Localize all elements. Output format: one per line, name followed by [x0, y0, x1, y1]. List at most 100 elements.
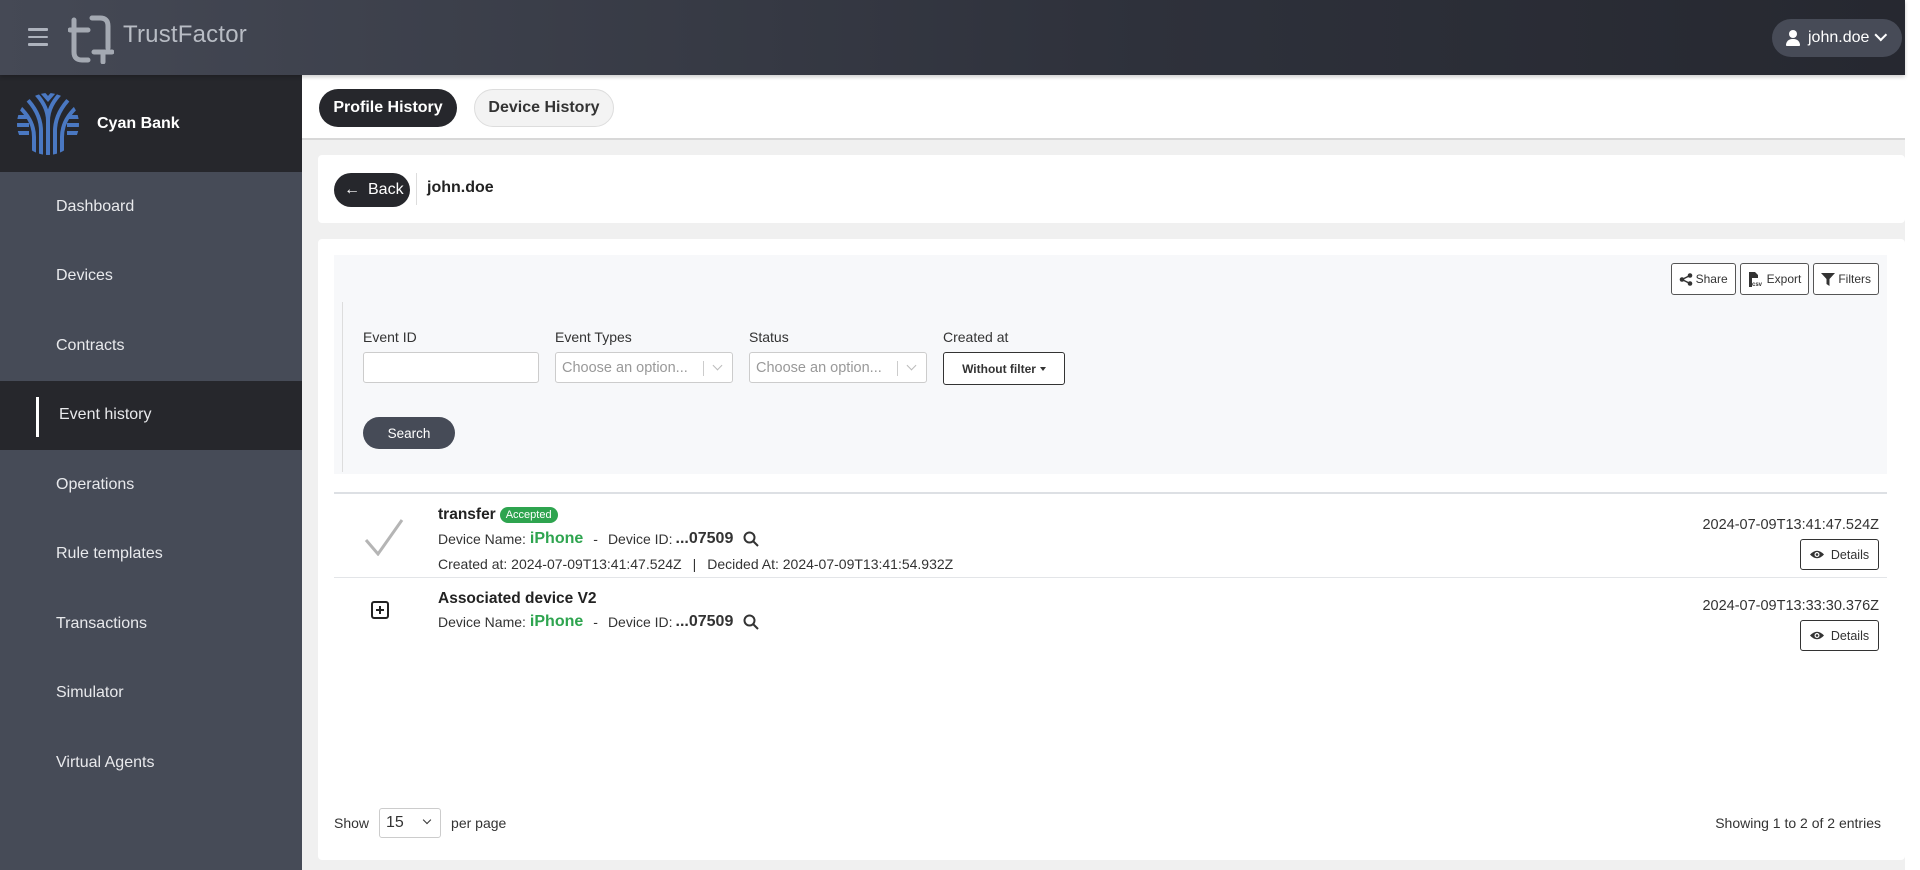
created-at-dropdown[interactable]: Without filter	[943, 352, 1065, 385]
event-row: Associated device V2 Device Name: iPhone…	[334, 579, 1887, 663]
organization-header: Cyan Bank	[0, 75, 302, 172]
device-name-label: Device Name:	[438, 614, 526, 630]
toolbar: Share csv Export Filters	[1670, 263, 1879, 295]
chevron-down-icon	[1874, 28, 1888, 41]
select-separator	[897, 361, 898, 376]
filters-button[interactable]: Filters	[1813, 263, 1879, 295]
sidebar-item-transactions[interactable]: Transactions	[0, 589, 302, 659]
details-button[interactable]: Details	[1800, 539, 1879, 570]
event-timestamp: 2024-07-09T13:41:47.524Z	[1702, 517, 1879, 533]
event-type: Associated device V2	[438, 590, 597, 607]
tab-profile-history[interactable]: Profile History	[319, 89, 457, 127]
search-button[interactable]: Search	[363, 417, 455, 449]
share-label: Share	[1695, 272, 1728, 286]
share-button[interactable]: Share	[1670, 263, 1736, 295]
device-name: iPhone	[529, 613, 584, 630]
per-page-value: 15	[386, 814, 404, 831]
tab-device-history[interactable]: Device History	[474, 89, 614, 127]
pagination-size: Show 15 per page	[334, 808, 506, 838]
details-label: Details	[1830, 628, 1870, 643]
chevron-down-icon	[712, 360, 723, 371]
status-select[interactable]: Choose an option...	[749, 352, 927, 383]
status-label: Status	[749, 329, 789, 345]
user-menu-button[interactable]: john.doe	[1772, 19, 1902, 57]
event-title: transfer Accepted	[438, 506, 558, 524]
divider	[416, 173, 417, 205]
device-id: ...07509	[675, 530, 734, 547]
filters-label: Filters	[1838, 272, 1871, 286]
chevron-down-icon	[906, 360, 917, 371]
separator: -	[593, 531, 598, 547]
share-icon	[1679, 272, 1692, 286]
event-types-label: Event Types	[555, 329, 632, 345]
device-name: iPhone	[529, 530, 584, 547]
search-icon[interactable]	[743, 531, 760, 547]
sidebar-item-devices[interactable]: Devices	[0, 242, 302, 312]
sidebar-item-operations[interactable]: Operations	[0, 450, 302, 520]
event-type: transfer	[438, 506, 496, 523]
sidebar-item-dashboard[interactable]: Dashboard	[0, 172, 302, 242]
device-id-label: Device ID:	[607, 531, 673, 547]
event-timestamps: Created at: 2024-07-09T13:41:47.524Z | D…	[438, 556, 953, 572]
created-at: Created at: 2024-07-09T13:41:47.524Z	[438, 556, 682, 572]
user-icon	[1786, 30, 1800, 46]
export-label: Export	[1766, 272, 1802, 286]
decided-at: Decided At: 2024-07-09T13:41:54.932Z	[707, 556, 954, 572]
show-label: Show	[334, 815, 370, 831]
user-name: john.doe	[1808, 29, 1870, 46]
filter-panel: Share csv Export Filters Event ID Event …	[334, 255, 1887, 474]
created-at-label: Created at	[943, 329, 1009, 345]
event-types-placeholder: Choose an option...	[562, 359, 688, 376]
export-button[interactable]: csv Export	[1739, 263, 1810, 295]
organization-name: Cyan Bank	[97, 114, 180, 132]
separator: |	[692, 556, 697, 572]
history-tabs: Profile History Device History	[302, 75, 1905, 140]
event-row: transfer Accepted Device Name: iPhone - …	[334, 494, 1887, 578]
event-types-select[interactable]: Choose an option...	[555, 352, 733, 383]
sidebar-item-event-history[interactable]: Event history	[0, 380, 302, 450]
sidebar-item-contracts[interactable]: Contracts	[0, 311, 302, 381]
device-id-label: Device ID:	[607, 614, 673, 630]
search-icon[interactable]	[743, 614, 760, 630]
device-id: ...07509	[675, 613, 734, 630]
back-button[interactable]: ← Back	[334, 173, 410, 207]
top-bar: TrustFactor john.doe	[0, 0, 1905, 75]
device-info: Device Name: iPhone - Device ID: ...0750…	[438, 530, 760, 548]
menu-icon[interactable]	[28, 28, 48, 46]
app-brand: TrustFactor	[123, 21, 247, 48]
breadcrumb-current-user: john.doe	[427, 179, 494, 196]
filter-icon	[1821, 272, 1836, 286]
breadcrumb: ← Back john.doe	[318, 155, 1905, 223]
arrow-left-icon: ←	[344, 181, 360, 198]
cyan-bank-logo-icon	[17, 92, 79, 155]
separator: -	[593, 614, 598, 630]
event-title: Associated device V2	[438, 590, 597, 608]
device-info: Device Name: iPhone - Device ID: ...0750…	[438, 613, 760, 631]
details-label: Details	[1830, 547, 1870, 562]
filter-form: Event ID Event Types Choose an option...…	[342, 302, 1879, 472]
caret-down-icon	[1039, 366, 1046, 371]
pagination-summary: Showing 1 to 2 of 2 entries	[1715, 815, 1881, 831]
created-at-value: Without filter	[962, 361, 1036, 376]
app-root: TrustFactor john.doe Cyan Bank Dashboard…	[0, 0, 1905, 870]
event-id-input[interactable]	[363, 352, 539, 383]
event-id-label: Event ID	[363, 329, 417, 345]
sidebar: Cyan Bank Dashboard Devices Contracts Ev…	[0, 75, 302, 870]
select-separator	[703, 361, 704, 376]
event-history-panel: Share csv Export Filters Event ID Event …	[318, 239, 1905, 860]
plus-square-icon	[371, 601, 389, 619]
csv-file-icon: csv	[1748, 271, 1763, 287]
svg-text:csv: csv	[1752, 282, 1763, 287]
device-name-label: Device Name:	[438, 531, 526, 547]
status-placeholder: Choose an option...	[756, 359, 882, 376]
details-button[interactable]: Details	[1800, 620, 1879, 651]
eye-icon	[1809, 631, 1824, 640]
check-icon	[364, 519, 404, 556]
trustfactor-logo-icon	[68, 15, 114, 64]
per-page-select[interactable]: 15	[379, 808, 442, 838]
sidebar-item-rule-templates[interactable]: Rule templates	[0, 520, 302, 590]
status-badge: Accepted	[499, 507, 558, 523]
sidebar-item-virtual-agents[interactable]: Virtual Agents	[0, 728, 302, 798]
back-label: Back	[368, 181, 404, 198]
sidebar-item-simulator[interactable]: Simulator	[0, 659, 302, 729]
